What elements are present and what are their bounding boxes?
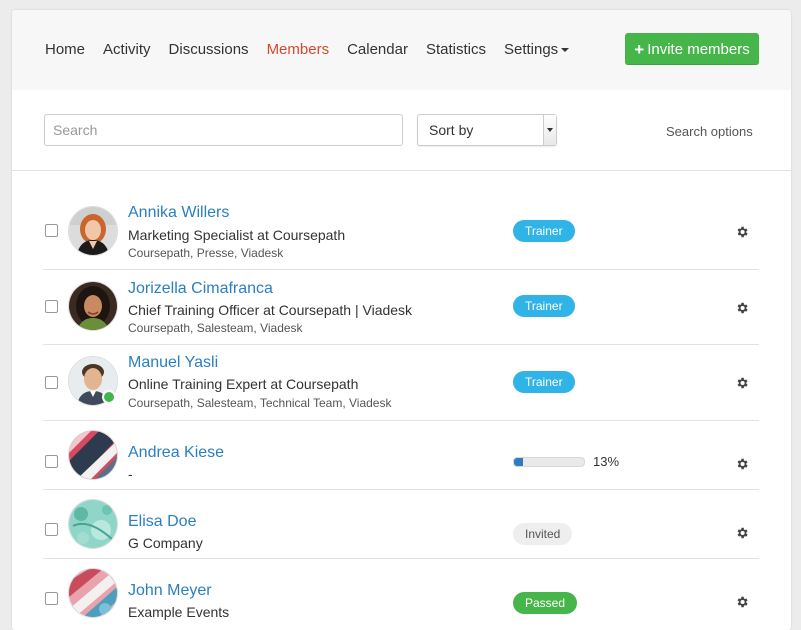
member-title: G Company: [128, 535, 203, 551]
status-badge: Passed: [513, 592, 578, 614]
members-panel: Home Activity Discussions Members Calend…: [12, 10, 791, 630]
online-status-indicator: [102, 390, 116, 404]
plus-icon: +: [634, 39, 645, 59]
nav-statistics[interactable]: Statistics: [426, 41, 486, 58]
nav-activity[interactable]: Activity: [103, 41, 151, 58]
progress-percent: 13%: [593, 454, 620, 469]
member-checkbox[interactable]: [45, 376, 58, 389]
member-name[interactable]: John Meyer: [128, 582, 212, 600]
member-checkbox[interactable]: [45, 224, 58, 237]
member-name[interactable]: Annika Willers: [128, 204, 229, 222]
avatar: [68, 281, 118, 331]
member-row: Andrea Kiese - 13%: [43, 420, 759, 490]
caret-down-icon: [561, 48, 570, 52]
invite-members-label: Invite members: [647, 40, 750, 58]
search-options-link[interactable]: Search options: [666, 124, 753, 139]
sort-by-label: Sort by: [429, 122, 474, 138]
member-groups: Coursepath, Salesteam, Viadesk: [128, 321, 303, 335]
member-checkbox[interactable]: [45, 592, 58, 605]
nav-calendar-label: Calendar: [347, 40, 408, 58]
nav-members[interactable]: Members: [267, 41, 330, 58]
avatar: [68, 568, 118, 618]
member-row: Manuel Yasli Online Training Expert at C…: [43, 344, 759, 421]
invite-members-button[interactable]: + Invite members: [625, 33, 759, 65]
member-checkbox[interactable]: [45, 523, 58, 536]
member-name[interactable]: Elisa Doe: [128, 513, 196, 531]
nav-calendar[interactable]: Calendar: [347, 41, 408, 58]
member-checkbox[interactable]: [45, 455, 58, 468]
gear-icon[interactable]: [735, 526, 749, 540]
member-groups: Coursepath, Salesteam, Technical Team, V…: [128, 396, 392, 410]
main-nav: Home Activity Discussions Members Calend…: [45, 38, 587, 60]
member-name[interactable]: Jorizella Cimafranca: [128, 280, 273, 298]
member-title: -: [128, 466, 133, 482]
nav-activity-label: Activity: [103, 40, 151, 58]
gear-icon[interactable]: [735, 376, 749, 390]
nav-home[interactable]: Home: [45, 41, 85, 58]
avatar: [68, 430, 118, 480]
nav-members-label: Members: [266, 40, 330, 58]
member-title: Chief Training Officer at Coursepath | V…: [128, 302, 413, 318]
member-checkbox[interactable]: [45, 300, 58, 313]
gear-icon[interactable]: [735, 225, 749, 239]
gear-icon[interactable]: [735, 301, 749, 315]
top-navigation-bar: Home Activity Discussions Members Calend…: [12, 10, 791, 90]
avatar: [68, 499, 118, 549]
search-input[interactable]: [44, 114, 403, 146]
gear-icon[interactable]: [735, 457, 749, 471]
member-row: Annika Willers Marketing Specialist at C…: [43, 192, 759, 270]
progress-bar-fill: [514, 458, 524, 466]
member-name[interactable]: Manuel Yasli: [128, 354, 218, 372]
member-name[interactable]: Andrea Kiese: [128, 444, 224, 462]
nav-home-label: Home: [45, 40, 86, 58]
status-badge: Invited: [513, 523, 573, 545]
member-groups: Coursepath, Presse, Viadesk: [128, 246, 284, 260]
status-badge: Trainer: [513, 371, 575, 393]
status-badge: Trainer: [513, 295, 575, 317]
toolbar-divider: [12, 170, 791, 171]
nav-discussions[interactable]: Discussions: [169, 41, 249, 58]
nav-statistics-label: Statistics: [425, 40, 486, 58]
gear-icon[interactable]: [735, 595, 749, 609]
member-row: Jorizella Cimafranca Chief Training Offi…: [43, 269, 759, 345]
member-title: Marketing Specialist at Coursepath: [128, 227, 346, 243]
member-row: Elisa Doe G Company Invited: [43, 489, 759, 559]
progress-bar: [513, 457, 585, 467]
nav-settings-dropdown[interactable]: Settings: [503, 40, 570, 58]
member-title: Example Events: [128, 604, 230, 620]
nav-settings-label: Settings: [503, 40, 559, 58]
nav-discussions-label: Discussions: [168, 40, 249, 58]
member-title: Online Training Expert at Coursepath: [128, 376, 359, 392]
status-badge: Trainer: [513, 220, 575, 242]
avatar: [68, 206, 118, 256]
member-row: John Meyer Example Events Passed: [43, 558, 759, 630]
select-arrow-icon: [543, 115, 556, 145]
sort-by-select[interactable]: Sort by: [417, 114, 557, 146]
